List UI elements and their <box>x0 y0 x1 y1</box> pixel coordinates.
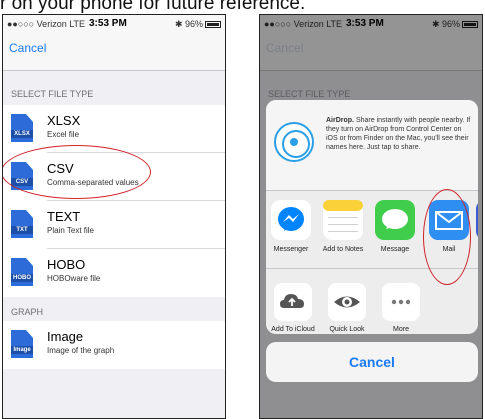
clock: 3:53 PM <box>89 18 127 29</box>
airdrop-description: AirDrop. Share instantly with people nea… <box>326 117 471 151</box>
message-icon <box>375 200 415 240</box>
hobo-file-icon: HOBO <box>11 258 33 286</box>
share-app-message[interactable]: Message <box>372 200 418 253</box>
file-type-row-xlsx[interactable]: XLSX XLSX Excel file <box>3 105 225 153</box>
section-header-graph: GRAPH <box>11 307 44 317</box>
nav-bar: Cancel <box>3 33 225 71</box>
file-type-row-csv[interactable]: CSV CSV Comma-separated values <box>3 153 225 201</box>
xlsx-file-icon: XLSX <box>11 114 33 142</box>
battery-label: ✱ 96% <box>174 19 203 29</box>
share-cancel-button[interactable]: Cancel <box>266 342 478 382</box>
graph-subtitle: Image of the graph <box>47 346 115 355</box>
text-file-icon: TXT <box>11 210 33 238</box>
more-icon <box>382 283 420 321</box>
section-header-select-file-type: SELECT FILE TYPE <box>11 89 94 99</box>
airdrop-section[interactable]: AirDrop. Share instantly with people nea… <box>266 100 478 190</box>
share-app-notes[interactable]: Add to Notes <box>320 200 366 253</box>
file-type-title: CSV <box>47 161 74 176</box>
airdrop-icon <box>274 122 314 162</box>
share-app-mail[interactable]: Mail <box>426 200 472 253</box>
instruction-caption: r on your phone for future reference. <box>0 0 306 14</box>
file-type-subtitle: HOBOware file <box>47 274 101 283</box>
share-sheet: AirDrop. Share instantly with people nea… <box>266 100 478 334</box>
notes-icon <box>323 200 363 240</box>
file-type-title: HOBO <box>47 257 86 272</box>
file-type-subtitle: Comma-separated values <box>47 178 139 187</box>
icloud-upload-icon <box>274 283 312 321</box>
graph-row-image[interactable]: Image Image Image of the graph <box>3 321 225 369</box>
messenger-icon <box>271 200 311 240</box>
graph-title: Image <box>47 329 84 344</box>
eye-icon <box>328 283 366 321</box>
file-type-row-text[interactable]: TXT TEXT Plain Text file <box>3 201 225 249</box>
battery-icon <box>205 21 221 28</box>
share-action-icloud[interactable]: Add To iCloud Drive <box>271 283 315 334</box>
file-type-row-hobo[interactable]: HOBO HOBO HOBOware file <box>3 249 225 297</box>
carrier-label: ●●○○○ Verizon LTE <box>7 19 86 29</box>
share-action-quick-look[interactable]: Quick Look <box>325 283 369 334</box>
mail-icon <box>429 200 469 240</box>
file-type-subtitle: Plain Text file <box>47 226 94 235</box>
share-action-more[interactable]: More <box>379 283 423 334</box>
file-type-title: TEXT <box>47 209 81 224</box>
share-app-messenger[interactable]: Messenger <box>268 200 314 253</box>
status-bar: ●●○○○ Verizon LTE 3:53 PM ✱ 96% <box>3 15 225 33</box>
image-file-icon: Image <box>11 330 33 358</box>
cancel-button[interactable]: Cancel <box>9 41 46 55</box>
file-type-screen: ●●○○○ Verizon LTE 3:53 PM ✱ 96% Cancel S… <box>2 14 226 419</box>
partial-app-icon[interactable] <box>476 200 478 240</box>
csv-file-icon: CSV <box>11 162 33 190</box>
share-sheet-screen: ●●○○○ Verizon LTE 3:53 PM ✱ 96% Cancel S… <box>259 14 483 419</box>
file-type-subtitle: Excel file <box>47 130 80 139</box>
file-type-title: XLSX <box>47 113 81 128</box>
